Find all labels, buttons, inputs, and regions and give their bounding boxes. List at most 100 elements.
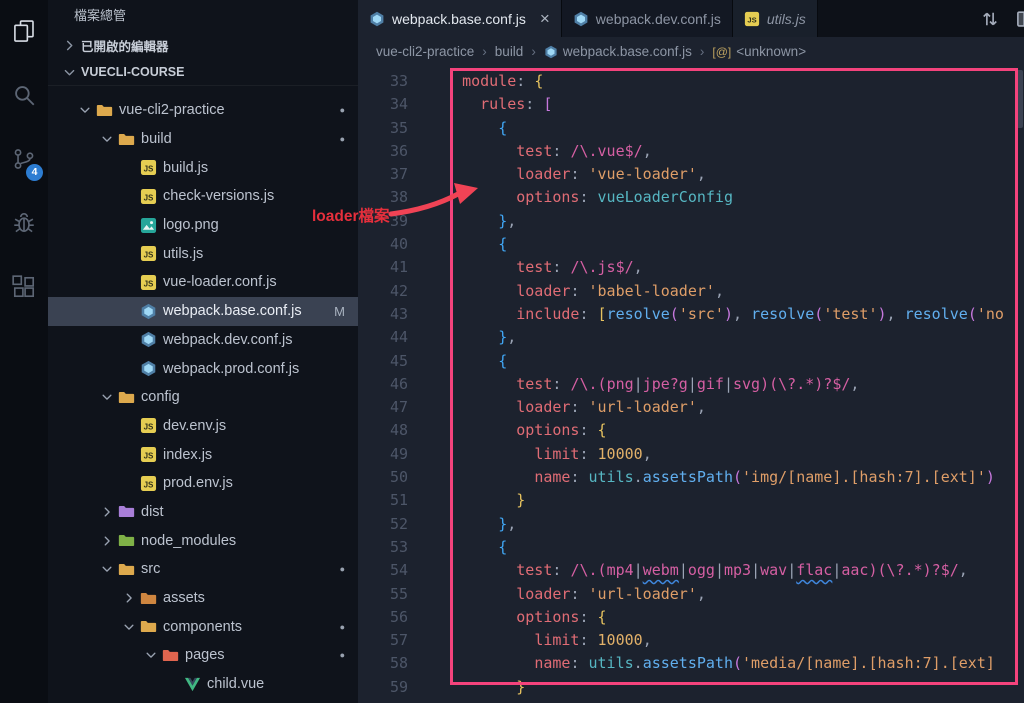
code-line: 43 include: [resolve('src'), resolve('te…: [358, 303, 1024, 326]
line-number: 59: [389, 677, 408, 696]
tree-item[interactable]: JS prod.env.js: [48, 469, 358, 498]
code-line: 42 loader: 'babel-loader',: [358, 280, 1024, 303]
search-icon: [11, 82, 37, 108]
activity-search-button[interactable]: [0, 70, 48, 120]
js-icon: JS: [140, 446, 163, 463]
tree-item[interactable]: webpack.prod.conf.js: [48, 354, 358, 383]
code-text: rules: [: [480, 95, 553, 114]
line-number: 44: [389, 328, 408, 347]
line-number: 49: [389, 444, 408, 463]
tree-item[interactable]: child.vue: [48, 670, 358, 699]
code-text: }: [516, 677, 526, 696]
close-icon[interactable]: ×: [540, 10, 550, 27]
chevron-down-icon: [78, 103, 96, 117]
tree-item[interactable]: JS vue-loader.conf.js: [48, 268, 358, 297]
code-line: 52 },: [358, 513, 1024, 536]
line-number: 56: [389, 607, 408, 626]
code-line: 48 options: {: [358, 419, 1024, 442]
webpack-icon: [140, 303, 163, 320]
activity-explorer-button[interactable]: [0, 6, 48, 56]
tree-item[interactable]: dist: [48, 498, 358, 527]
tree-item-label: dev.env.js: [163, 417, 227, 434]
editor-scrollbar[interactable]: [1016, 70, 1023, 128]
line-number: 57: [389, 631, 408, 650]
breadcrumb-item[interactable]: vue-cli2-practice: [376, 44, 474, 59]
activity-extensions-button[interactable]: [0, 262, 48, 312]
svg-text:JS: JS: [144, 423, 154, 432]
editor-tab[interactable]: JS utils.js: [732, 0, 818, 37]
breadcrumb-item[interactable]: webpack.base.conf.js: [544, 44, 692, 59]
line-number: 50: [389, 468, 408, 487]
line-number: 47: [389, 398, 408, 417]
code-text: test: /\.vue$/,: [516, 141, 652, 160]
chevron-down-icon: [62, 65, 77, 80]
tree-item-label: build.js: [163, 159, 209, 176]
line-number: 41: [389, 258, 408, 277]
editor-layout-icon[interactable]: [1016, 9, 1024, 29]
tree-item-label: prod.env.js: [163, 475, 233, 492]
tree-item[interactable]: config: [48, 383, 358, 412]
tree-item[interactable]: vue-cli2-practice ●: [48, 96, 358, 125]
tree-item[interactable]: webpack.dev.conf.js: [48, 326, 358, 355]
source-control-badge: 4: [26, 164, 43, 181]
modified-dot: ●: [339, 105, 345, 116]
tree-item[interactable]: assets: [48, 584, 358, 613]
line-number: 36: [389, 141, 408, 160]
code-text: limit: 10000,: [534, 444, 652, 463]
split-editor-icon[interactable]: [980, 9, 1000, 29]
breadcrumb-item[interactable]: build: [495, 44, 524, 59]
tree-item-label: child.vue: [207, 676, 265, 693]
code-text: test: /\.(png|jpe?g|gif|svg)(\?.*)?$/,: [516, 374, 860, 393]
tree-item[interactable]: build ●: [48, 125, 358, 154]
activity-bar: 4: [0, 0, 48, 703]
tree-item[interactable]: webpack.base.conf.js M: [48, 296, 358, 326]
folder-icon: [140, 618, 163, 635]
tree-item[interactable]: src ●: [48, 555, 358, 584]
tree-item-label: build: [141, 131, 172, 148]
extensions-icon: [11, 274, 37, 300]
webpack-icon: [140, 331, 163, 348]
tree-item[interactable]: components ●: [48, 612, 358, 641]
line-number: 46: [389, 374, 408, 393]
code-line: 45 {: [358, 350, 1024, 373]
tree-item[interactable]: JS dev.env.js: [48, 412, 358, 441]
folder-dist-icon: [118, 503, 141, 520]
explorer-sidebar: 檔案總管 已開啟的編輯器 VUECLI-COURSE vue-cli2-prac…: [48, 0, 358, 703]
js-icon: JS: [140, 417, 163, 434]
folder-icon: [118, 561, 141, 578]
code-line: 44 },: [358, 326, 1024, 349]
breadcrumb-label: webpack.base.conf.js: [562, 44, 692, 59]
activity-source-control-button[interactable]: 4: [0, 134, 48, 184]
code-text: {: [498, 351, 508, 370]
code-text: },: [498, 328, 517, 347]
code-editor[interactable]: 33 module: {34 rules: [35 {36 test: /\.v…: [358, 66, 1024, 703]
tree-item[interactable]: JS build.js: [48, 153, 358, 182]
chevron-down-icon: [144, 648, 162, 662]
code-text: {: [498, 537, 508, 556]
code-line: 47 loader: 'url-loader',: [358, 396, 1024, 419]
breadcrumb-label: vue-cli2-practice: [376, 44, 475, 59]
activity-debug-button[interactable]: [0, 198, 48, 248]
line-number: 51: [389, 491, 408, 510]
workspace-section[interactable]: VUECLI-COURSE: [48, 59, 358, 86]
svg-text:JS: JS: [144, 251, 154, 260]
code-line: 46 test: /\.(png|jpe?g|gif|svg)(\?.*)?$/…: [358, 373, 1024, 396]
breadcrumb-item[interactable]: [@] <unknown>: [712, 44, 806, 59]
code-line: 35 {: [358, 117, 1024, 140]
editor-tab[interactable]: webpack.dev.conf.js: [561, 0, 733, 37]
editor-tab[interactable]: webpack.base.conf.js ×: [358, 0, 562, 37]
tree-item[interactable]: pages ●: [48, 641, 358, 670]
tree-item-label: config: [141, 389, 180, 406]
explorer-icon: [11, 18, 37, 44]
code-line: 54 test: /\.(mp4|webm|ogg|mp3|wav|flac|a…: [358, 559, 1024, 582]
tree-item[interactable]: JS utils.js: [48, 239, 358, 268]
breadcrumb-label: build: [494, 44, 524, 59]
file-tree: vue-cli2-practice ● build ● JS build.js JS chec…: [48, 86, 358, 703]
breadcrumb-separator: ›: [531, 44, 536, 59]
tree-item[interactable]: JS index.js: [48, 440, 358, 469]
open-editors-section[interactable]: 已開啟的編輯器: [48, 32, 358, 59]
tree-item[interactable]: node_modules: [48, 526, 358, 555]
image-icon: [140, 217, 163, 234]
line-number: 54: [389, 561, 408, 580]
line-number: 52: [389, 514, 408, 533]
